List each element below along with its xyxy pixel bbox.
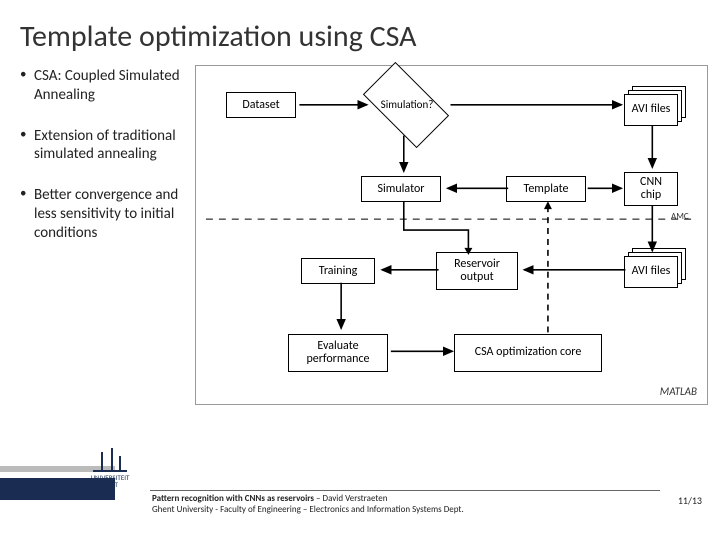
page-number: 11/13 <box>678 494 702 507</box>
university-logo: UNIVERSITEIT GENT <box>80 450 140 495</box>
slide-footer: UNIVERSITEIT GENT Pattern recognition wi… <box>0 450 720 540</box>
footer-title-bold: Pattern recognition with CNNs as reservo… <box>152 493 314 504</box>
bullet-item: Better convergence and less sensitivity … <box>20 186 195 242</box>
box-csa-core: CSA optimization core <box>454 334 602 372</box>
footer-text: Pattern recognition with CNNs as reservo… <box>152 494 464 516</box>
box-training: Training <box>301 258 375 284</box>
flowchart-diagram: Dataset Simulation? AVI files Simulator … <box>195 65 708 405</box>
logo-text-line2: GENT <box>102 480 118 489</box>
footer-author: – David Verstraeten <box>314 493 388 504</box>
box-cnn-chip: CNN chip <box>624 172 678 206</box>
footer-affiliation: Ghent University - Faculty of Engineerin… <box>152 504 464 515</box>
box-avi-top: AVI files <box>624 94 678 126</box>
box-dataset: Dataset <box>226 92 296 118</box>
box-avi-bottom: AVI files <box>624 256 678 288</box>
box-reservoir-output: Reservoir output <box>436 252 518 290</box>
label-matlab: MATLAB <box>660 385 697 398</box>
box-template: Template <box>506 176 586 202</box>
box-evaluate: Evaluate performance <box>288 334 388 372</box>
bullet-list: CSA: Coupled Simulated Annealing Extensi… <box>20 65 195 405</box>
footer-rule <box>150 490 660 491</box>
slide-title: Template optimization using CSA <box>0 0 720 65</box>
box-simulator: Simulator <box>361 176 441 202</box>
bullet-item: CSA: Coupled Simulated Annealing <box>20 67 195 105</box>
bullet-item: Extension of traditional simulated annea… <box>20 127 195 165</box>
label-amc: AMC <box>671 211 689 222</box>
diamond-simulation-label: Simulation? <box>362 98 452 111</box>
slide-content: CSA: Coupled Simulated Annealing Extensi… <box>0 65 720 405</box>
